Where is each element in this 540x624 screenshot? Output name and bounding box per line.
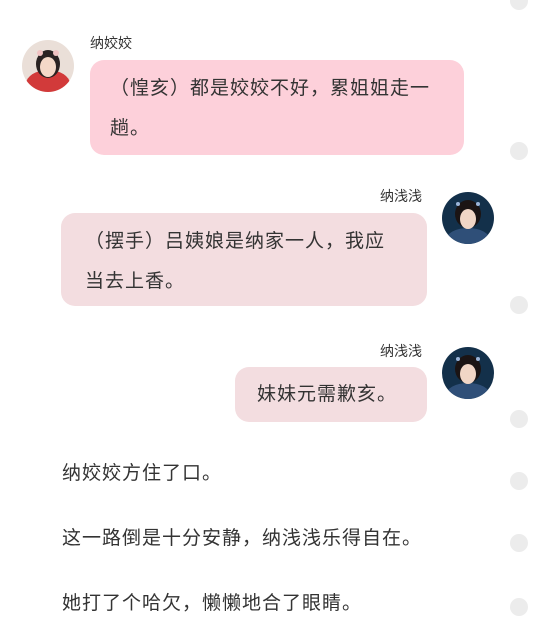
scroll-dot[interactable] bbox=[510, 472, 528, 490]
narration-line: 她打了个哈欠，懒懒地合了眼睛。 bbox=[62, 592, 363, 614]
message-bubble[interactable]: （惶亥）都是姣姣不好，累姐姐走一趟。 bbox=[90, 60, 464, 155]
message-bubble[interactable]: 妹妹元需歉亥。 bbox=[235, 367, 427, 422]
scroll-dot[interactable] bbox=[510, 296, 528, 314]
scroll-dot[interactable] bbox=[510, 410, 528, 428]
narration-line: 这一路倒是十分安静，纳浅浅乐得自在。 bbox=[62, 527, 423, 549]
sender-name: 纳浅浅 bbox=[380, 189, 422, 205]
sender-name: 纳姣姣 bbox=[90, 36, 132, 52]
scroll-dot[interactable] bbox=[510, 142, 528, 160]
narration-line: 纳姣姣方住了口。 bbox=[62, 462, 223, 484]
scroll-dot[interactable] bbox=[510, 534, 528, 552]
avatar[interactable] bbox=[22, 40, 74, 92]
avatar[interactable] bbox=[442, 192, 494, 244]
avatar[interactable] bbox=[442, 347, 494, 399]
message-bubble[interactable]: （摆手）吕姨娘是纳家一人，我应当去上香。 bbox=[61, 213, 427, 306]
sender-name: 纳浅浅 bbox=[380, 344, 422, 360]
scroll-dot[interactable] bbox=[510, 0, 528, 10]
scroll-dot[interactable] bbox=[510, 598, 528, 616]
